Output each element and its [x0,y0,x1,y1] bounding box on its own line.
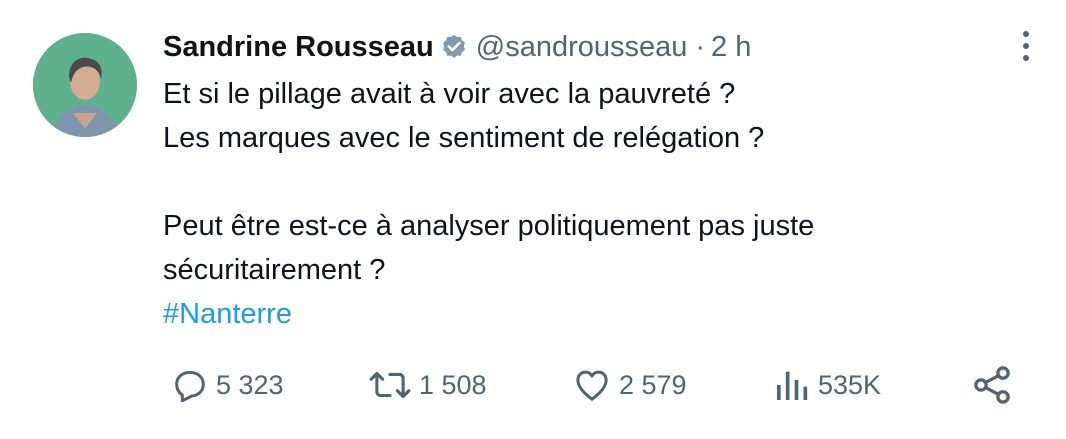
share-icon [974,366,1010,404]
retweet-icon [369,371,411,399]
hashtag-link[interactable]: #Nanterre [163,292,1033,336]
author-handle[interactable]: @sandrousseau [476,28,688,66]
tweet-line: Peut être est-ce à analyser politiquemen… [163,210,815,242]
author-name[interactable]: Sandrine Rousseau [163,28,434,66]
like-icon [576,370,608,401]
retweet-button[interactable]: 1 508 [367,360,487,410]
views-count: 535K [818,369,882,400]
share-button[interactable] [970,360,1014,410]
views-button[interactable]: 535K [772,360,881,410]
separator-dot: · [695,31,706,63]
like-count: 2 579 [619,369,687,400]
like-button[interactable]: 2 579 [571,360,687,410]
retweet-count: 1 508 [419,369,487,400]
avatar[interactable] [33,33,137,137]
reply-icon [175,371,205,403]
tweet-header: Sandrine Rousseau @sandrousseau · 2 h [163,28,751,66]
verified-badge-icon [442,34,465,58]
timestamp[interactable]: 2 h [711,28,751,66]
tweet[interactable]: Sandrine Rousseau @sandrousseau · 2 h Et… [0,0,1066,439]
more-vertical-icon[interactable] [1016,28,1036,64]
action-bar: 5 323 1 508 2 579 535K [0,360,1066,410]
views-icon [777,371,808,400]
reply-count: 5 323 [216,369,284,400]
reply-button[interactable]: 5 323 [170,360,284,410]
avatar-image [33,33,137,137]
tweet-line: Les marques avec le sentiment de relégat… [163,122,765,154]
tweet-line: sécuritairement ? [163,254,386,286]
tweet-line: Et si le pillage avait à voir avec la pa… [163,78,736,110]
tweet-text: Et si le pillage avait à voir avec la pa… [163,72,1033,336]
